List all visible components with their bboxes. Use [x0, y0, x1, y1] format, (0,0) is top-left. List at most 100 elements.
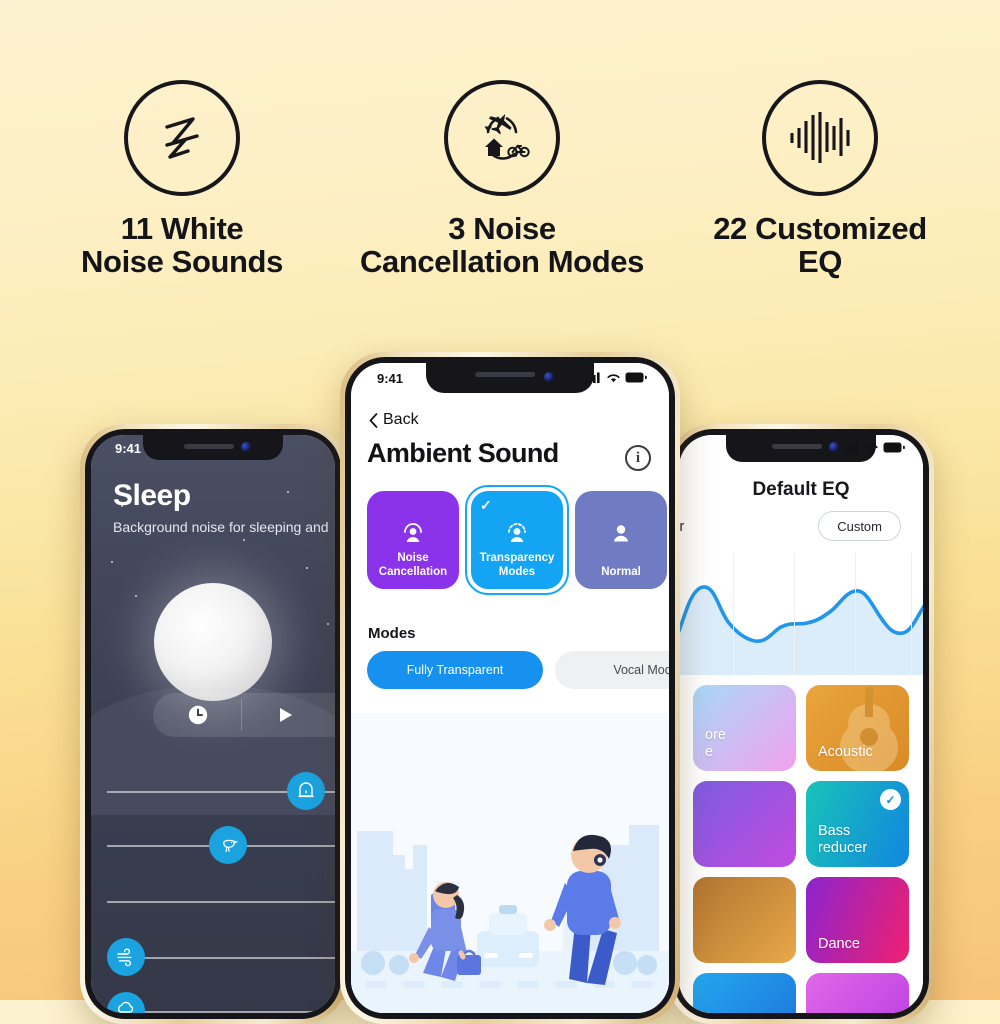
mode-label-line2: Modes [498, 565, 536, 578]
chevron-left-icon [369, 412, 378, 428]
wifi-icon [607, 374, 620, 383]
mode-card-label: Noise Cancellation [379, 551, 447, 579]
battery-icon [883, 442, 905, 453]
status-bar-icons [585, 372, 647, 383]
phone-center-ambient-sound: 9:41 Back Ambient Sound i Noise Cancella… [340, 352, 680, 1024]
eq-preset-card[interactable]: ✓ Bass reducer [806, 781, 909, 867]
moon-graphic [154, 583, 272, 701]
transparency-person-icon [504, 519, 530, 550]
feature-line2: Cancellation Modes [360, 244, 644, 280]
eq-preset-card[interactable] [693, 973, 796, 1013]
eq-name-line1: ore [705, 726, 726, 743]
front-camera-icon [544, 372, 554, 382]
eq-preset-card[interactable]: Dance [806, 877, 909, 963]
back-button[interactable]: Back [369, 411, 419, 429]
feature-caption: 11 White Noise Sounds [42, 212, 322, 279]
mode-label-line1: Noise [397, 551, 429, 564]
eq-screen: Default EQ er Custom ore [679, 435, 923, 1013]
pill-fully-transparent[interactable]: Fully Transparent [367, 651, 543, 689]
slider-knob-campfire[interactable] [287, 772, 325, 810]
eq-name-line1: Bass [818, 822, 851, 839]
mode-card-transparency-modes[interactable]: ✓ Transparency Modes [465, 485, 569, 595]
slider-track-unset[interactable] [107, 901, 335, 903]
feature-white-noise: 11 White Noise Sounds [42, 80, 322, 279]
page-title: Sleep [113, 479, 191, 512]
eq-preset-name: ore e [705, 727, 726, 761]
eq-name-line2: reducer [818, 839, 868, 856]
eq-preset-card[interactable]: Acoustic [806, 685, 909, 771]
front-camera-icon [829, 442, 839, 452]
mode-label-line2: Cancellation [378, 565, 448, 578]
front-camera-icon [241, 442, 251, 452]
eq-preset-name: Dance [818, 936, 860, 953]
check-icon: ✓ [480, 497, 492, 513]
phone-right-eq: Default EQ er Custom ore [668, 424, 934, 1024]
cellular-icon [585, 372, 600, 383]
cellular-icon [843, 442, 858, 453]
status-bar-time: 9:41 [115, 441, 142, 456]
phone-left-screen: 9:41 Sleep Background noise for sleeping… [91, 435, 335, 1013]
phone-right-screen: Default EQ er Custom ore [679, 435, 923, 1013]
zzz-sleep-icon [124, 80, 240, 196]
noise-cancellation-cycle-icon [444, 80, 560, 196]
equalizer-waveform-icon [762, 80, 878, 196]
feature-caption: 22 Customized EQ [678, 212, 962, 279]
pill-vocal-mode[interactable]: Vocal Mode [555, 651, 669, 689]
eq-preset-grid: ore e Acoustic ✓ Bass reducer Dance [679, 685, 923, 1013]
mode-card-label: Normal [601, 565, 641, 579]
phone-notch [143, 435, 283, 460]
mode-card-label: Transparency Modes [480, 551, 555, 579]
feature-line1: 11 White [120, 211, 244, 246]
mode-card-noise-cancellation[interactable]: Noise Cancellation [367, 491, 459, 589]
eq-preset-card[interactable] [693, 781, 796, 867]
page-title: Ambient Sound [367, 438, 559, 468]
divider [241, 699, 242, 731]
custom-button[interactable]: Custom [818, 511, 901, 541]
page-subtitle: Background noise for sleeping and [113, 519, 329, 535]
info-icon[interactable]: i [625, 445, 651, 471]
noise-cancel-person-icon [400, 519, 426, 550]
feature-customized-eq: 22 Customized EQ [678, 80, 962, 279]
page-title: Default EQ [752, 479, 850, 500]
modes-section-label: Modes [368, 625, 416, 642]
feature-line1: 3 Noise [448, 211, 556, 246]
earpiece-speaker [772, 444, 822, 449]
wifi-icon [865, 444, 878, 453]
ambient-sound-screen: 9:41 Back Ambient Sound i Noise Cancella… [351, 363, 669, 1013]
slider-knob-wind[interactable] [107, 938, 145, 976]
earpiece-speaker [475, 372, 536, 377]
status-bar-time: 9:41 [377, 371, 404, 386]
clock-icon[interactable] [187, 704, 209, 731]
play-icon[interactable] [275, 705, 295, 730]
mode-label-line1: Transparency [479, 551, 555, 564]
battery-icon [625, 372, 647, 383]
feature-line1: 22 Customized [713, 211, 927, 246]
playback-control-bar[interactable] [153, 693, 335, 737]
eq-name-line1: Dance [818, 935, 860, 952]
check-icon: ✓ [880, 789, 901, 810]
feature-noise-cancellation: 3 Noise Cancellation Modes [352, 80, 652, 279]
eq-name-line1: Acoustic [818, 743, 873, 760]
eq-preset-card[interactable] [693, 877, 796, 963]
phone-center-screen: 9:41 Back Ambient Sound i Noise Cancella… [351, 363, 669, 1013]
eq-curve-chart [679, 553, 923, 675]
eq-preset-card[interactable]: ore e [693, 685, 796, 771]
ambient-mode-cards: Noise Cancellation ✓ Transparency Modes … [367, 485, 667, 595]
slider-knob-rain[interactable] [107, 992, 145, 1013]
eq-preset-name: Acoustic [818, 744, 873, 761]
city-street-pedestrians-illustration [351, 713, 669, 1013]
normal-person-icon [608, 519, 634, 550]
feature-row: 11 White Noise Sounds 3 Noise Cancellati… [0, 0, 1000, 320]
eq-preset-name: Bass reducer [818, 823, 867, 857]
eq-preset-card[interactable] [806, 973, 909, 1013]
mode-label-line1: Normal [601, 565, 641, 578]
eq-name-line2: e [705, 743, 714, 760]
phone-left-sleep: 9:41 Sleep Background noise for sleeping… [80, 424, 346, 1024]
status-bar-icons [843, 442, 905, 453]
slider-knob-bird[interactable] [209, 826, 247, 864]
feature-line2: Noise Sounds [81, 244, 283, 280]
phone-notch [426, 363, 594, 393]
feature-line2: EQ [798, 244, 842, 280]
poster-stage: 11 White Noise Sounds 3 Noise Cancellati… [0, 0, 1000, 1024]
mode-card-normal[interactable]: Normal [575, 491, 667, 589]
